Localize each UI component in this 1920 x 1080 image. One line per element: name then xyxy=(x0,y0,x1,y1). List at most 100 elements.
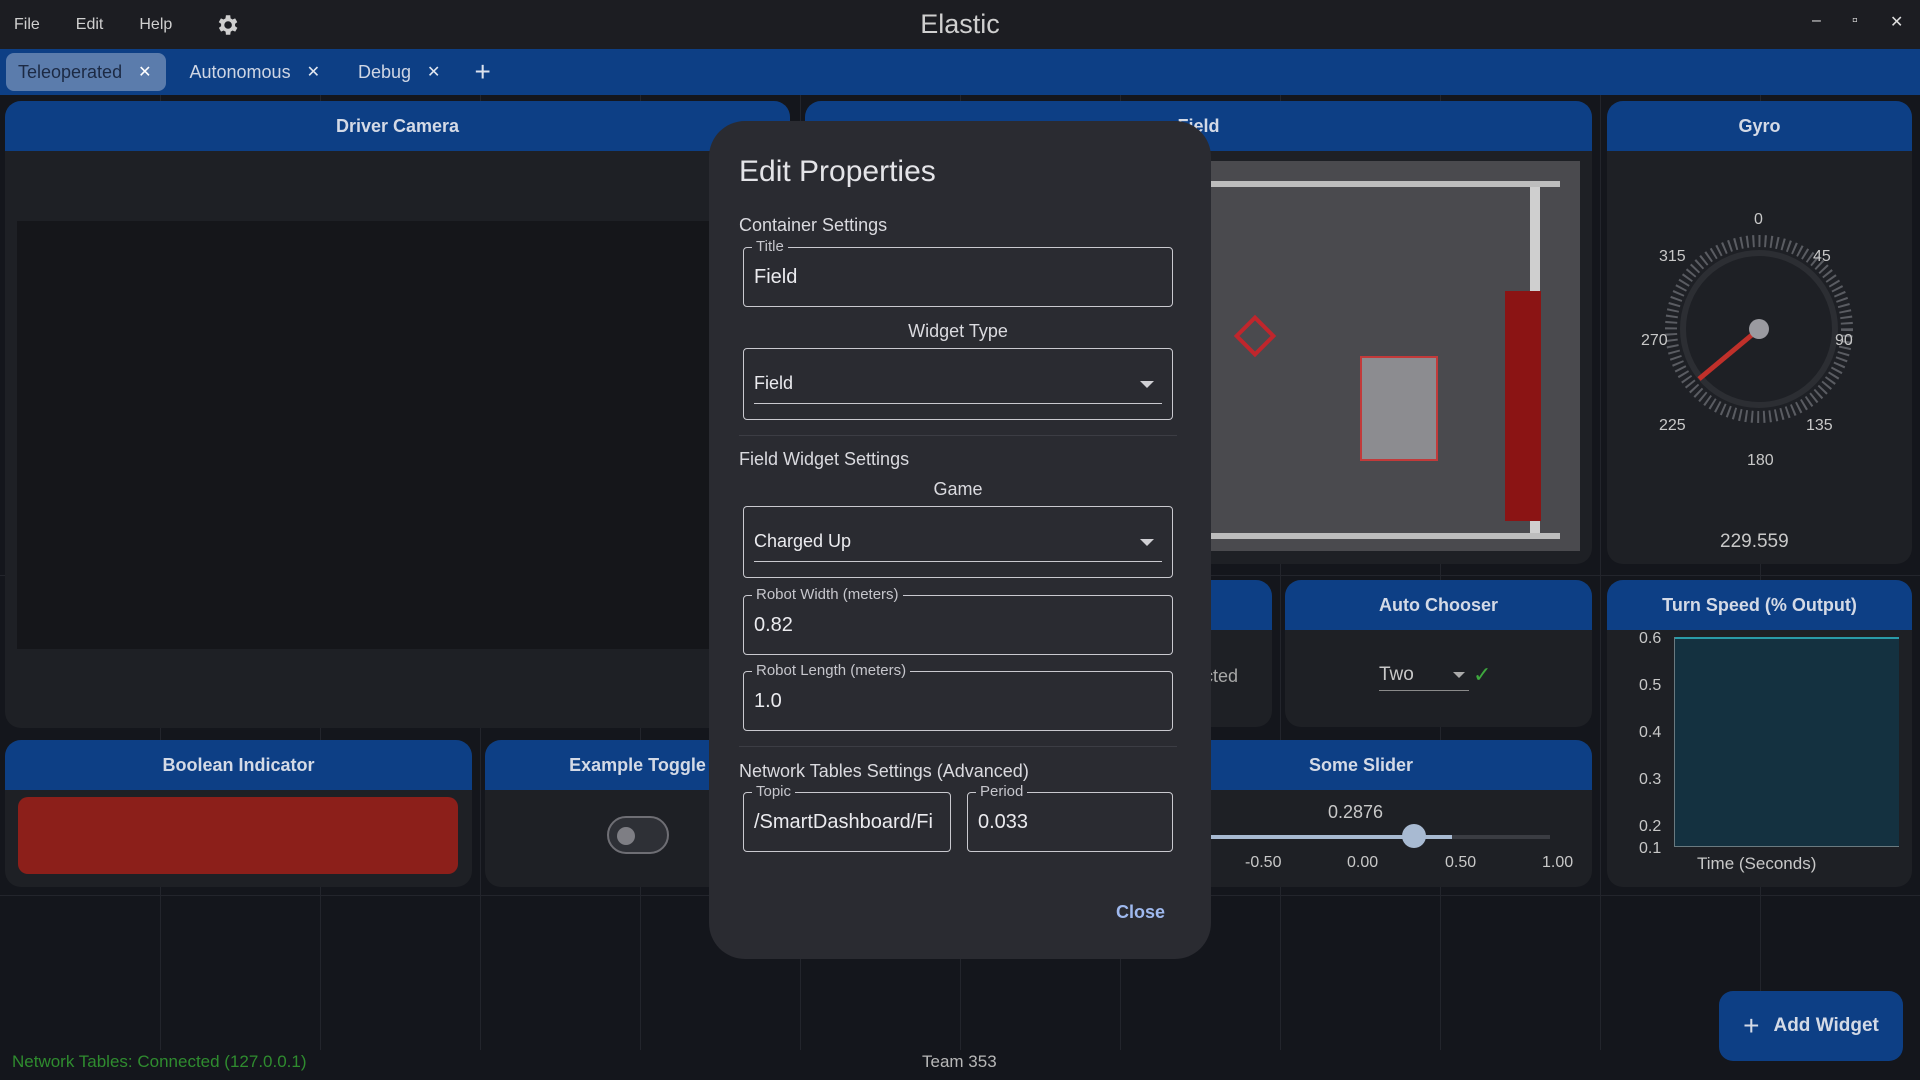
selected-value: Two xyxy=(1379,664,1414,685)
divider xyxy=(739,746,1177,747)
team-number: Team 353 xyxy=(922,1052,997,1071)
close-window-icon[interactable]: ✕ xyxy=(1890,12,1903,32)
slider-value: 0.2876 xyxy=(1328,802,1384,822)
robot-marker xyxy=(1233,314,1277,358)
slider-tick: -0.50 xyxy=(1245,854,1282,871)
field-value: Field xyxy=(754,266,798,288)
x-axis-label: Time (Seconds) xyxy=(1697,854,1817,873)
slider-track[interactable] xyxy=(1170,835,1550,839)
gyro-tick-135: 135 xyxy=(1806,417,1833,434)
gyro-tick-90: 90 xyxy=(1835,332,1853,349)
widget-title: Turn Speed (% Output) xyxy=(1607,580,1912,630)
plus-icon: + xyxy=(1743,1010,1760,1041)
game-dropdown[interactable]: Charged Up xyxy=(743,506,1173,578)
menu-edit[interactable]: Edit xyxy=(62,16,126,34)
chevron-down-icon xyxy=(1140,381,1154,388)
add-tab-icon[interactable]: + xyxy=(474,56,490,88)
tab-label: Debug xyxy=(357,61,412,82)
slider-handle[interactable] xyxy=(1402,824,1426,848)
y-tick: 0.4 xyxy=(1639,724,1662,741)
turn-speed-graph xyxy=(1674,637,1899,847)
widget-type-label: Widget Type xyxy=(908,321,1008,341)
auto-chooser-dropdown[interactable]: Two xyxy=(1379,664,1469,691)
tab-debug[interactable]: Debug ✕ xyxy=(346,53,454,91)
field-label: Period xyxy=(976,783,1028,800)
widget-title: Auto Chooser xyxy=(1285,580,1592,630)
close-icon[interactable]: ✕ xyxy=(138,62,151,82)
boolean-indicator-light xyxy=(18,797,458,874)
dropdown-value: Charged Up xyxy=(754,531,852,551)
gyro-tick-45: 45 xyxy=(1813,248,1831,265)
tab-label: Teleoperated xyxy=(18,61,123,82)
gyro-tick-225: 225 xyxy=(1659,417,1686,434)
field-value: /SmartDashboard/Fi xyxy=(754,811,933,833)
widget-title: Gyro xyxy=(1607,101,1912,151)
y-tick: 0.2 xyxy=(1639,818,1662,835)
tab-bar: Teleoperated ✕ Autonomous ✕ Debug ✕ + xyxy=(0,49,1920,95)
field-value: 0.82 xyxy=(754,614,793,636)
turn-speed-widget[interactable]: Turn Speed (% Output) 0.6 0.5 0.4 0.3 0.… xyxy=(1607,580,1912,887)
slider-tick: 0.50 xyxy=(1445,854,1477,871)
robot-width-field[interactable]: Robot Width (meters) 0.82 xyxy=(743,586,1173,655)
y-tick: 0.6 xyxy=(1639,630,1662,647)
widget-type-dropdown[interactable]: Field xyxy=(743,348,1173,420)
robot-length-field[interactable]: Robot Length (meters) 1.0 xyxy=(743,662,1173,731)
app-title: Elastic xyxy=(920,9,1000,39)
title-field[interactable]: Title Field xyxy=(743,238,1173,307)
widget-title: Driver Camera xyxy=(5,101,790,151)
slider-tick: 1.00 xyxy=(1542,854,1574,871)
field-label: Topic xyxy=(752,783,796,800)
topic-field[interactable]: Topic /SmartDashboard/Fi xyxy=(743,783,951,852)
gear-icon[interactable] xyxy=(214,12,240,38)
gyro-widget[interactable]: Gyro 0 45 90 135 180 225 270 315 229.559 xyxy=(1607,101,1912,564)
edit-properties-dialog: Edit Properties Container Settings Title… xyxy=(709,121,1211,959)
game-label: Game xyxy=(933,479,983,499)
driver-camera-widget[interactable]: Driver Camera xyxy=(5,101,790,728)
dropdown-value: Field xyxy=(754,373,794,393)
auto-chooser-widget[interactable]: Auto Chooser Two ✓ xyxy=(1285,580,1592,727)
y-tick: 0.5 xyxy=(1639,677,1662,694)
y-tick: 0.1 xyxy=(1639,840,1662,857)
container-settings-heading: Container Settings xyxy=(739,215,888,235)
field-label: Robot Length (meters) xyxy=(752,662,911,679)
gyro-tick-270: 270 xyxy=(1641,332,1668,349)
field-label: Robot Width (meters) xyxy=(752,586,903,603)
tab-autonomous[interactable]: Autonomous ✕ xyxy=(178,53,334,91)
check-icon: ✓ xyxy=(1473,662,1492,687)
period-field[interactable]: Period 0.033 xyxy=(967,783,1173,852)
minimize-icon[interactable]: – xyxy=(1812,12,1821,30)
network-tables-heading: Network Tables Settings (Advanced) xyxy=(739,761,1029,781)
gyro-tick-180: 180 xyxy=(1747,452,1774,469)
network-status: Network Tables: Connected (127.0.0.1) xyxy=(12,1052,307,1071)
boolean-indicator-widget[interactable]: Boolean Indicator xyxy=(5,740,472,887)
gyro-value: 229.559 xyxy=(1720,531,1789,552)
y-tick: 0.3 xyxy=(1639,771,1662,788)
dialog-title: Edit Properties xyxy=(739,155,936,188)
charge-station xyxy=(1360,356,1438,461)
close-icon[interactable]: ✕ xyxy=(307,62,320,82)
tab-teleoperated[interactable]: Teleoperated ✕ xyxy=(6,53,166,91)
add-widget-label: Add Widget xyxy=(1773,1015,1879,1036)
toggle-switch[interactable] xyxy=(607,816,669,854)
toggle-knob xyxy=(617,827,635,845)
widget-title: Boolean Indicator xyxy=(5,740,472,790)
chevron-down-icon xyxy=(1140,539,1154,546)
maximize-icon[interactable]: ▫ xyxy=(1852,12,1858,30)
gyro-tick-315: 315 xyxy=(1659,248,1686,265)
grid-nodes xyxy=(1505,291,1541,521)
field-widget-settings-heading: Field Widget Settings xyxy=(739,449,910,469)
chevron-down-icon xyxy=(1453,672,1465,678)
tab-label: Autonomous xyxy=(189,61,291,82)
title-bar: File Edit Help Elastic – ▫ ✕ xyxy=(0,0,1920,49)
camera-view xyxy=(17,221,777,649)
close-icon[interactable]: ✕ xyxy=(427,62,440,82)
menu-help[interactable]: Help xyxy=(125,16,194,34)
close-button[interactable]: Close xyxy=(1116,902,1165,923)
field-value: 1.0 xyxy=(754,690,782,712)
divider xyxy=(739,435,1177,436)
gyro-tick-0: 0 xyxy=(1754,211,1763,228)
gyro-dial xyxy=(1665,235,1853,423)
slider-tick: 0.00 xyxy=(1347,854,1379,871)
menu-file[interactable]: File xyxy=(0,16,62,34)
add-widget-button[interactable]: + Add Widget xyxy=(1719,991,1903,1061)
